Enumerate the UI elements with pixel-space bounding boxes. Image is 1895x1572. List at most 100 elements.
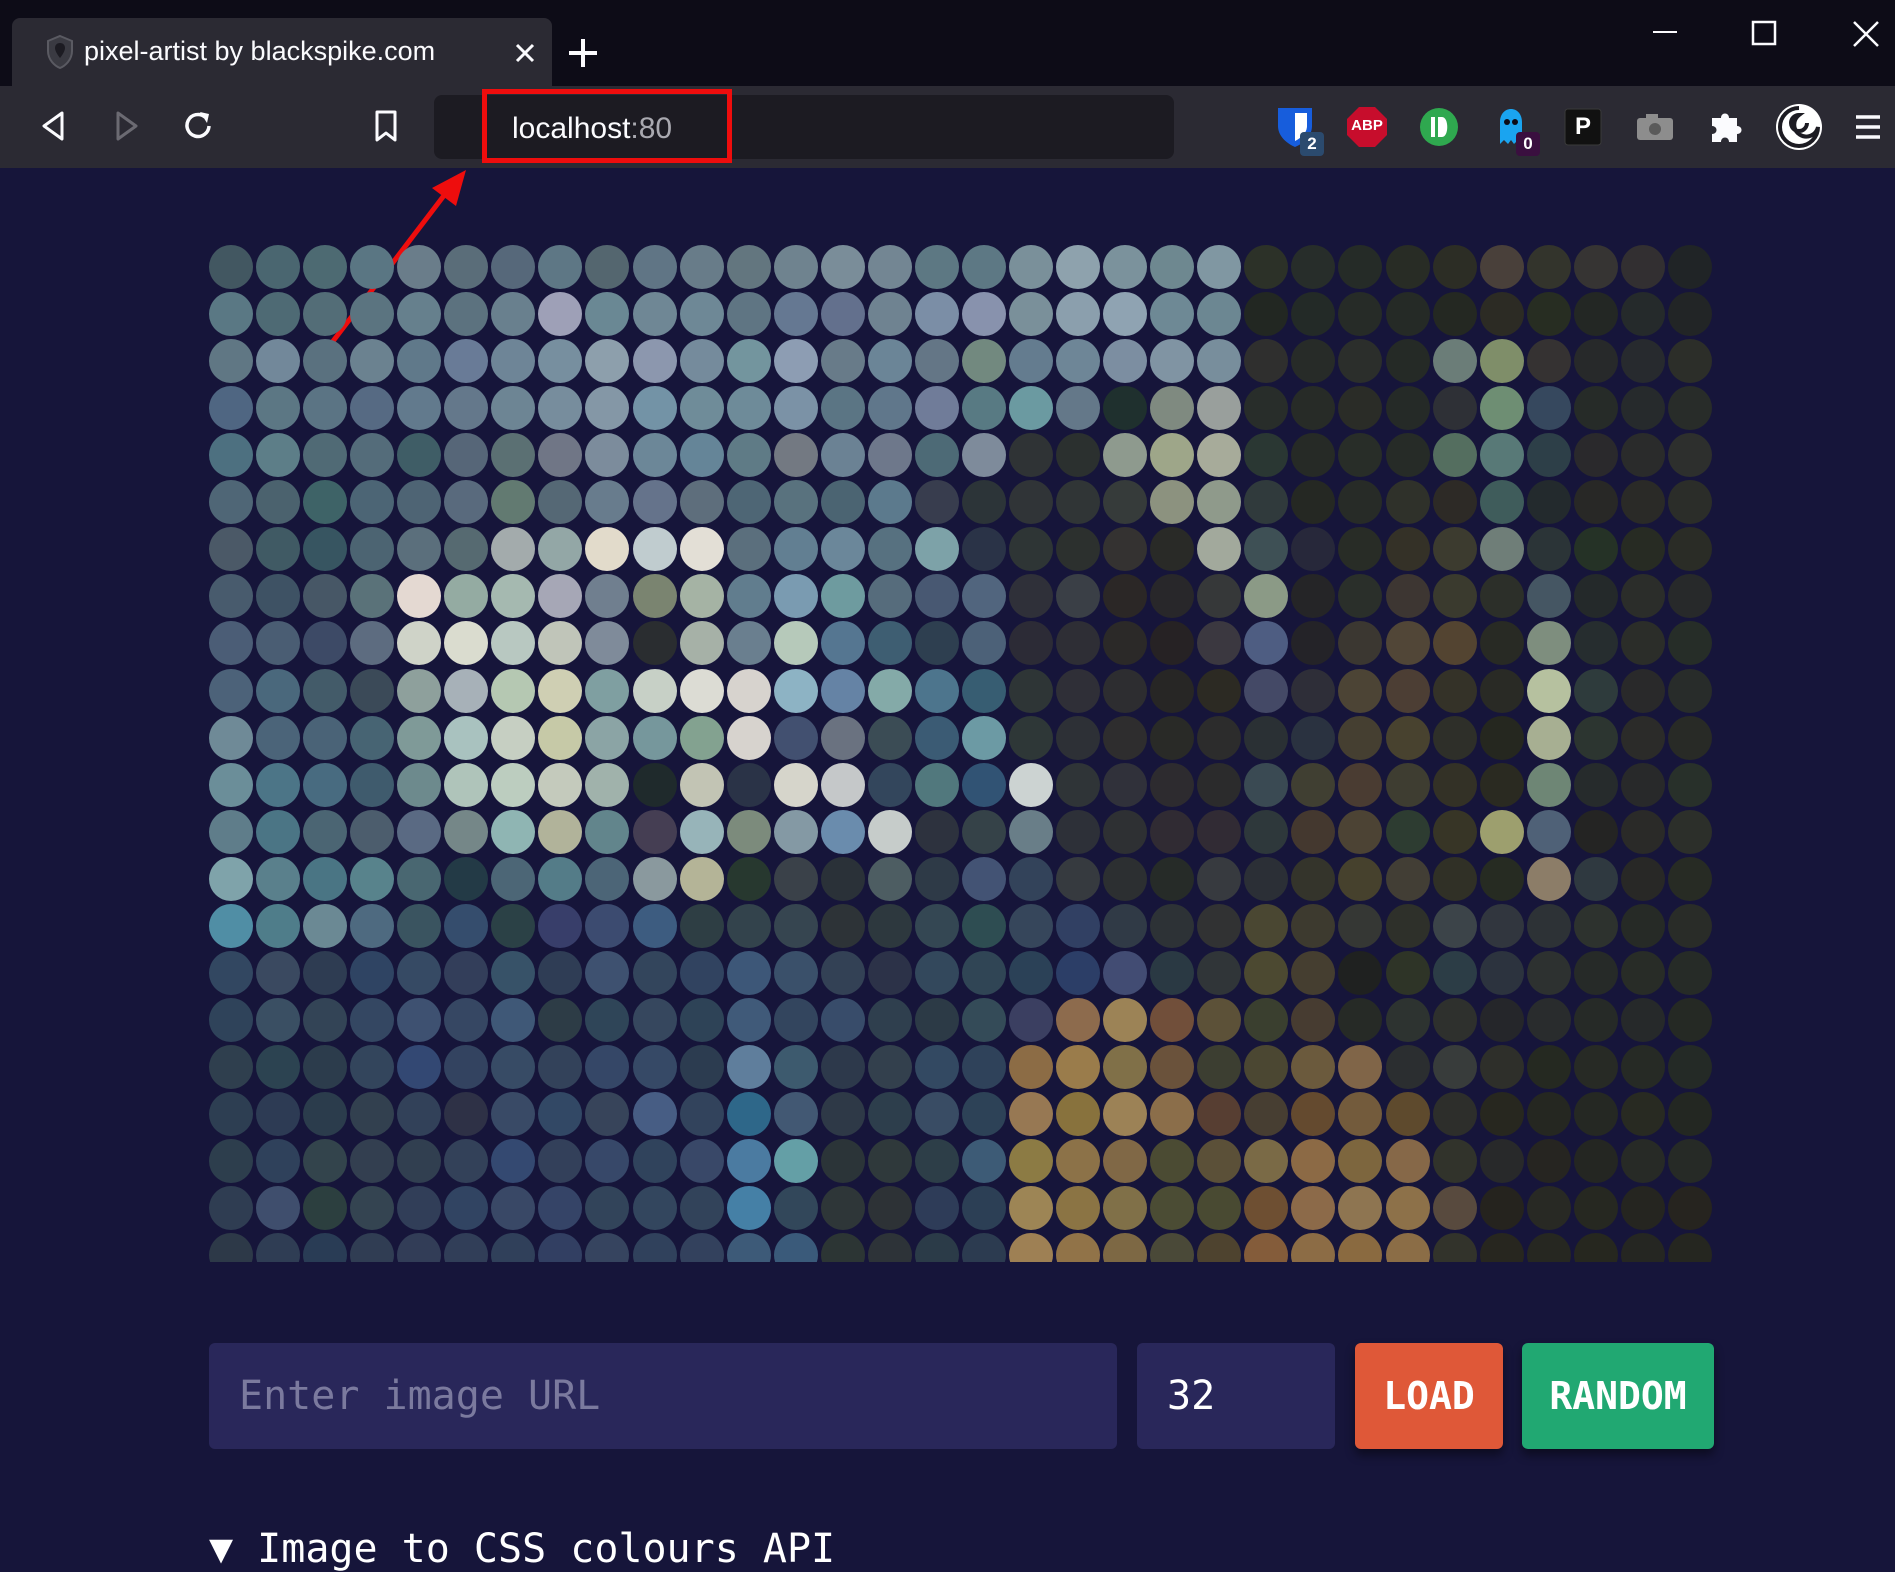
bitwarden-icon[interactable]: 2 xyxy=(1272,104,1324,156)
pixel-dot xyxy=(773,1139,818,1184)
pixel-dot xyxy=(820,621,865,666)
pixel-dot xyxy=(1479,903,1524,948)
pixel-dot xyxy=(303,950,348,995)
pixel-dot xyxy=(1667,386,1712,431)
pixel-dot xyxy=(1150,762,1195,807)
close-tab-icon[interactable] xyxy=(512,40,538,66)
pixel-dot xyxy=(1291,1092,1336,1137)
pixel-dot xyxy=(1620,1045,1665,1090)
pixel-dot xyxy=(1103,386,1148,431)
pixel-dot xyxy=(679,1045,724,1090)
close-window-icon[interactable] xyxy=(1844,14,1888,58)
minimize-window-icon[interactable] xyxy=(1643,14,1687,58)
pixel-dot xyxy=(1103,715,1148,760)
pixel-dot xyxy=(726,668,771,713)
pixel-dot xyxy=(1197,1092,1242,1137)
pixel-dot xyxy=(867,527,912,572)
pixel-dot xyxy=(538,715,583,760)
pixel-dot xyxy=(867,668,912,713)
reload-icon[interactable] xyxy=(178,106,218,146)
pixel-dot xyxy=(726,527,771,572)
maximize-window-icon[interactable] xyxy=(1742,14,1786,58)
pixel-dot xyxy=(444,621,489,666)
pixel-dot xyxy=(303,245,348,289)
pixel-dot xyxy=(1620,480,1665,525)
pixel-dot xyxy=(1479,621,1524,666)
pixel-dot xyxy=(1056,903,1101,948)
pixel-dot xyxy=(961,762,1006,807)
pixel-dot xyxy=(444,245,489,289)
adblock-plus-icon[interactable]: ABP xyxy=(1344,104,1390,150)
pixel-dot xyxy=(1338,1139,1383,1184)
pixel-dot xyxy=(1667,715,1712,760)
pixel-dot xyxy=(444,527,489,572)
pixel-dot xyxy=(820,527,865,572)
pixel-dot xyxy=(538,809,583,854)
pixel-dot xyxy=(961,386,1006,431)
pixel-dot xyxy=(397,856,442,901)
pixel-dot xyxy=(350,856,395,901)
pixel-dot xyxy=(1150,292,1195,337)
pixel-dot xyxy=(1479,574,1524,619)
pixel-dot xyxy=(867,1139,912,1184)
camera-extension-icon[interactable] xyxy=(1632,104,1678,150)
pixel-dot xyxy=(726,292,771,337)
pixel-dot xyxy=(1056,292,1101,337)
pixel-dot xyxy=(961,715,1006,760)
css-colours-api-details-toggle[interactable]: ▼ Image to CSS colours API xyxy=(209,1526,835,1572)
pixel-dot xyxy=(1009,480,1054,525)
ghostery-icon[interactable]: 0 xyxy=(1488,104,1540,156)
pixel-dot xyxy=(1573,903,1618,948)
pixel-dot xyxy=(1667,762,1712,807)
pixel-dot xyxy=(726,1233,771,1262)
pixel-dot xyxy=(491,950,536,995)
pixel-dot xyxy=(1432,1045,1477,1090)
pixel-dot xyxy=(256,903,301,948)
pixel-dot xyxy=(679,386,724,431)
extensions-puzzle-icon[interactable] xyxy=(1704,104,1750,150)
menu-icon[interactable] xyxy=(1848,104,1888,150)
forward-icon[interactable] xyxy=(106,106,146,146)
pixel-dot xyxy=(632,1045,677,1090)
pixel-dot xyxy=(1479,668,1524,713)
pixel-dot xyxy=(1385,480,1430,525)
bookmark-icon[interactable] xyxy=(366,106,406,146)
pixel-dot xyxy=(914,950,959,995)
p-extension-icon[interactable]: P xyxy=(1560,104,1606,150)
back-icon[interactable] xyxy=(34,106,74,146)
pixel-dot xyxy=(1385,1186,1430,1231)
pixel-dot xyxy=(350,527,395,572)
pixel-dot xyxy=(1620,762,1665,807)
random-button[interactable]: RANDOM xyxy=(1522,1343,1714,1449)
pixel-dot xyxy=(867,1045,912,1090)
pixel-dot xyxy=(1009,433,1054,478)
pixel-size-input[interactable] xyxy=(1137,1343,1335,1449)
pixel-dot xyxy=(585,433,630,478)
pixel-dot xyxy=(491,527,536,572)
pixel-dot xyxy=(632,809,677,854)
ublock-circle-icon xyxy=(1420,108,1458,146)
pixel-dot xyxy=(726,339,771,384)
browser-tab[interactable]: pixel-artist by blackspike.com xyxy=(12,18,552,86)
pixel-dot xyxy=(1573,997,1618,1042)
pixel-dot xyxy=(1338,997,1383,1042)
new-tab-plus-icon[interactable] xyxy=(566,36,600,70)
pixel-dot xyxy=(397,1139,442,1184)
pixel-dot xyxy=(867,292,912,337)
image-url-input[interactable] xyxy=(209,1343,1117,1449)
ublock-icon[interactable] xyxy=(1416,104,1462,150)
profile-icon[interactable] xyxy=(1774,102,1824,152)
pixel-dot xyxy=(1667,339,1712,384)
pixel-dot xyxy=(491,715,536,760)
pixel-dot xyxy=(538,668,583,713)
pixel-dot xyxy=(1526,762,1571,807)
pixel-dot xyxy=(491,480,536,525)
pixel-dot xyxy=(1620,433,1665,478)
pixel-dot xyxy=(1197,339,1242,384)
pixel-dot xyxy=(1244,1045,1289,1090)
pixel-dot xyxy=(914,1045,959,1090)
pixel-dot xyxy=(1573,668,1618,713)
pixel-dot xyxy=(726,903,771,948)
pixel-dot xyxy=(1150,1233,1195,1262)
load-button[interactable]: LOAD xyxy=(1355,1343,1503,1449)
